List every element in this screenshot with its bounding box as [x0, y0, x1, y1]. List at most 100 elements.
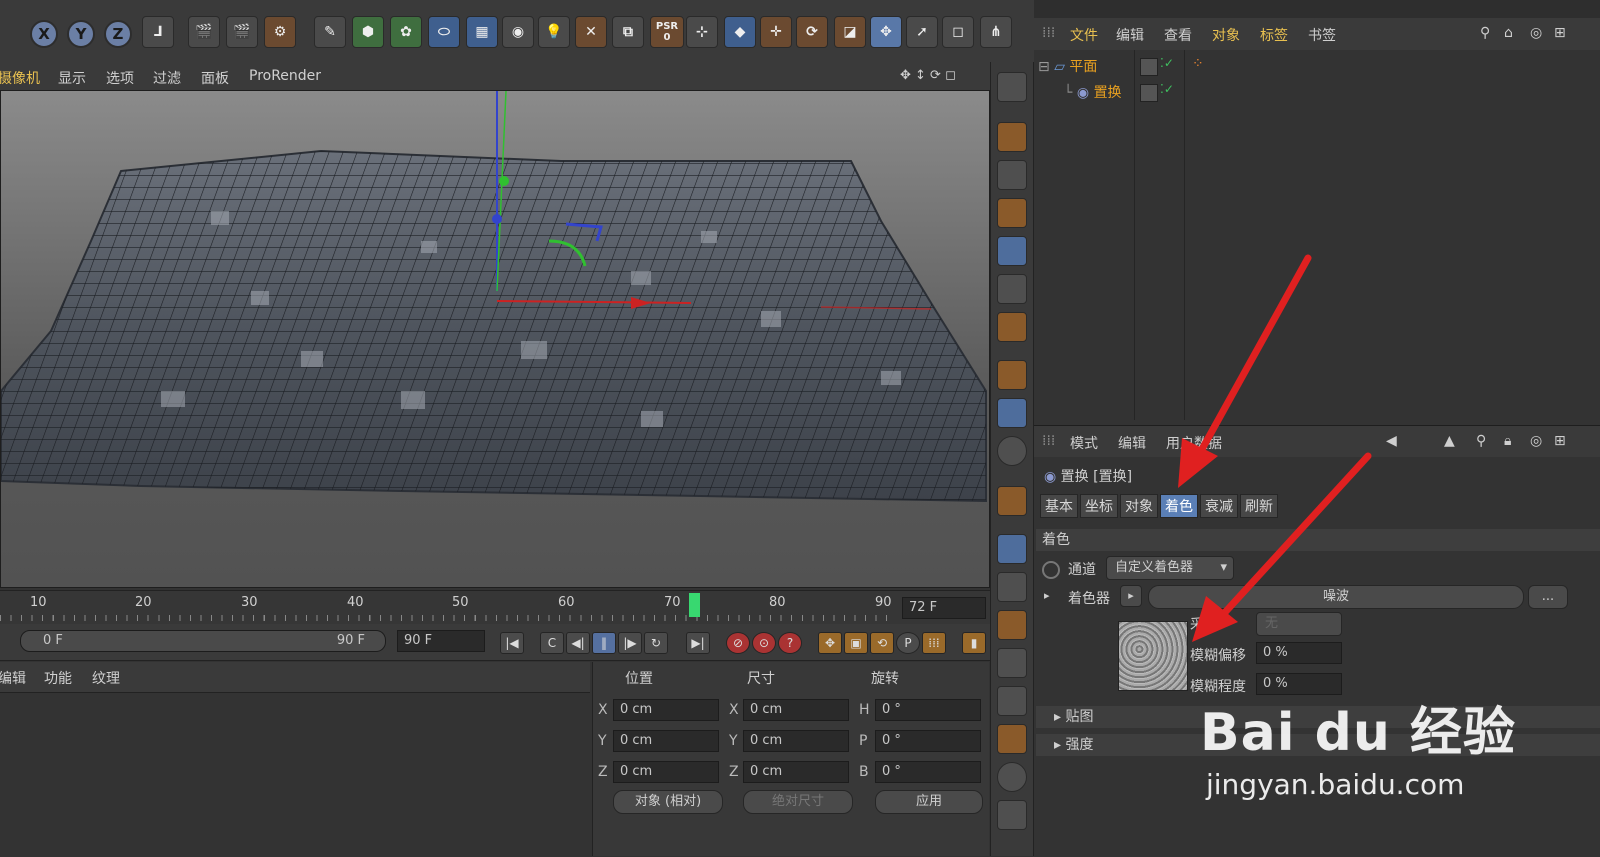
snap-icon[interactable]: ✕	[575, 16, 607, 48]
eye-icon[interactable]: ◎	[1530, 25, 1542, 41]
apply-button[interactable]: 应用	[875, 790, 983, 814]
polygons-mode-icon[interactable]	[997, 312, 1027, 342]
home-icon[interactable]: ⌂	[1504, 25, 1513, 41]
key-position-button[interactable]: ✥	[818, 632, 842, 654]
layer-swatch[interactable]	[1140, 84, 1158, 102]
pause-button[interactable]: ‖	[592, 632, 616, 654]
key-rotation-button[interactable]: ⟲	[870, 632, 894, 654]
material-list-area[interactable]	[0, 692, 590, 857]
key-pla-button[interactable]: ⁞⁞⁞	[922, 632, 946, 654]
phong-tag-icon[interactable]: ⁘	[1192, 56, 1204, 72]
viewport-menu-filter[interactable]: 过滤	[153, 68, 181, 88]
rot-p-field[interactable]: 0 °	[875, 730, 981, 752]
render-picture-icon[interactable]: 🎬	[226, 16, 258, 48]
search-icon[interactable]: ⚲	[1476, 433, 1486, 449]
texture-mode-icon[interactable]	[997, 160, 1027, 190]
move-icon[interactable]: ✛	[760, 16, 792, 48]
back-arrow-icon[interactable]: ◀	[1386, 433, 1397, 449]
om-menu-objects[interactable]: 对象	[1212, 25, 1240, 45]
expand-icon[interactable]: ⊟	[1038, 59, 1050, 75]
rot-b-field[interactable]: 0 °	[875, 761, 981, 783]
scale-icon[interactable]: ◪	[834, 16, 866, 48]
om-menu-edit[interactable]: 编辑	[1116, 25, 1144, 45]
size-y-field[interactable]: 0 cm	[743, 730, 849, 752]
sphere-icon[interactable]	[997, 762, 1027, 792]
points-mode-icon[interactable]	[997, 236, 1027, 266]
select-tool-icon[interactable]: ➚	[906, 16, 938, 48]
x-axis-lock-button[interactable]: X	[30, 20, 58, 48]
autokey-button[interactable]: ⊙	[752, 632, 776, 654]
keyframe-selection-button[interactable]: ?	[778, 632, 802, 654]
workplane-lock-icon[interactable]	[997, 534, 1027, 564]
solo-icon[interactable]	[997, 436, 1027, 466]
z-axis-lock-button[interactable]: Z	[104, 20, 132, 48]
om-menu-view[interactable]: 查看	[1164, 25, 1192, 45]
render-view-icon[interactable]: 🎬	[188, 16, 220, 48]
snap-magnet-icon[interactable]	[997, 486, 1027, 516]
workplane-icon[interactable]	[997, 198, 1027, 228]
object-row-displacer[interactable]: └ ◉ 置换	[1064, 82, 1122, 104]
make-editable-icon[interactable]	[997, 72, 1027, 102]
channel-radio[interactable]	[1042, 561, 1060, 579]
key-scale-button[interactable]: ▣	[844, 632, 868, 654]
character-icon[interactable]	[997, 686, 1027, 716]
end-frame-field[interactable]: 90 F	[397, 630, 485, 652]
cube-icon[interactable]: ◆	[724, 16, 756, 48]
prev-frame-button[interactable]: ◀|	[566, 632, 590, 654]
goto-start-button[interactable]: |◀	[500, 632, 524, 654]
subdivision-icon[interactable]: ⬢	[352, 16, 384, 48]
y-axis-lock-button[interactable]: Y	[67, 20, 95, 48]
hair-icon[interactable]: ⋔	[980, 16, 1012, 48]
shader-more-button[interactable]: ...	[1528, 585, 1568, 609]
material-menu-function[interactable]: 功能	[44, 668, 72, 688]
size-x-field[interactable]: 0 cm	[743, 699, 849, 721]
visibility-toggle[interactable]: ⁚✓	[1160, 82, 1174, 96]
redshift-icon[interactable]	[997, 724, 1027, 754]
timeline-ruler[interactable]: 10 20 30 40 50 60 70 80 90 72 F	[0, 590, 990, 625]
cloner-icon[interactable]: ✿	[390, 16, 422, 48]
rotate-icon[interactable]: ⟳	[796, 16, 828, 48]
render-region-icon[interactable]	[997, 610, 1027, 640]
psr-icon[interactable]: PSR 0	[650, 16, 684, 48]
live-select-move-icon[interactable]: ✥	[870, 16, 902, 48]
viewport-menu-prorender[interactable]: ProRender	[249, 68, 321, 84]
tab-coord[interactable]: 坐标	[1080, 494, 1118, 518]
edges-mode-icon[interactable]	[997, 274, 1027, 304]
light-icon[interactable]: 💡	[538, 16, 570, 48]
pos-x-field[interactable]: 0 cm	[613, 699, 719, 721]
import-icon[interactable]	[997, 648, 1027, 678]
python-icon[interactable]	[997, 800, 1027, 830]
key-parameter-button[interactable]: P	[896, 632, 920, 654]
render-settings-icon[interactable]: ⚙	[264, 16, 296, 48]
pen-icon[interactable]: ✎	[314, 16, 346, 48]
am-menu-edit[interactable]: 编辑	[1118, 433, 1146, 453]
coordinate-system-icon[interactable]: ⅃	[142, 16, 174, 48]
size-z-field[interactable]: 0 cm	[743, 761, 849, 783]
expand-arrow-icon[interactable]: ▸	[1044, 589, 1050, 602]
timeline-window-button[interactable]: ▮	[962, 632, 986, 654]
visibility-toggle[interactable]: ⁚✓	[1160, 56, 1174, 70]
pos-y-field[interactable]: 0 cm	[613, 730, 719, 752]
search-icon[interactable]: ⚲	[1480, 25, 1490, 41]
record-active-button[interactable]: ⊘	[726, 632, 750, 654]
model-mode-icon[interactable]	[997, 122, 1027, 152]
om-menu-tags[interactable]: 标签	[1260, 25, 1288, 45]
tab-basic[interactable]: 基本	[1040, 494, 1078, 518]
workplane-rotate-icon[interactable]	[997, 572, 1027, 602]
next-frame-button[interactable]: |▶	[618, 632, 642, 654]
playhead[interactable]	[689, 593, 700, 617]
rect-select-icon[interactable]: ◻	[942, 16, 974, 48]
om-menu-bookmarks[interactable]: 书签	[1308, 25, 1336, 45]
target-icon[interactable]: ◎	[1530, 433, 1542, 449]
viewport-menu-display[interactable]: 显示	[58, 68, 86, 88]
uv-edit-icon[interactable]: ⧉	[612, 16, 644, 48]
viewport-menu-camera[interactable]: 摄像机	[0, 68, 40, 88]
axis-mode-icon[interactable]	[997, 360, 1027, 390]
tab-object[interactable]: 对象	[1120, 494, 1158, 518]
deformer-icon[interactable]: ⬭	[428, 16, 460, 48]
camera-icon[interactable]: ◉	[502, 16, 534, 48]
am-menu-mode[interactable]: 模式	[1070, 433, 1098, 453]
viewport-menu-options[interactable]: 选项	[106, 68, 134, 88]
material-menu-edit[interactable]: 编辑	[0, 668, 26, 688]
layer-swatch[interactable]	[1140, 58, 1158, 76]
